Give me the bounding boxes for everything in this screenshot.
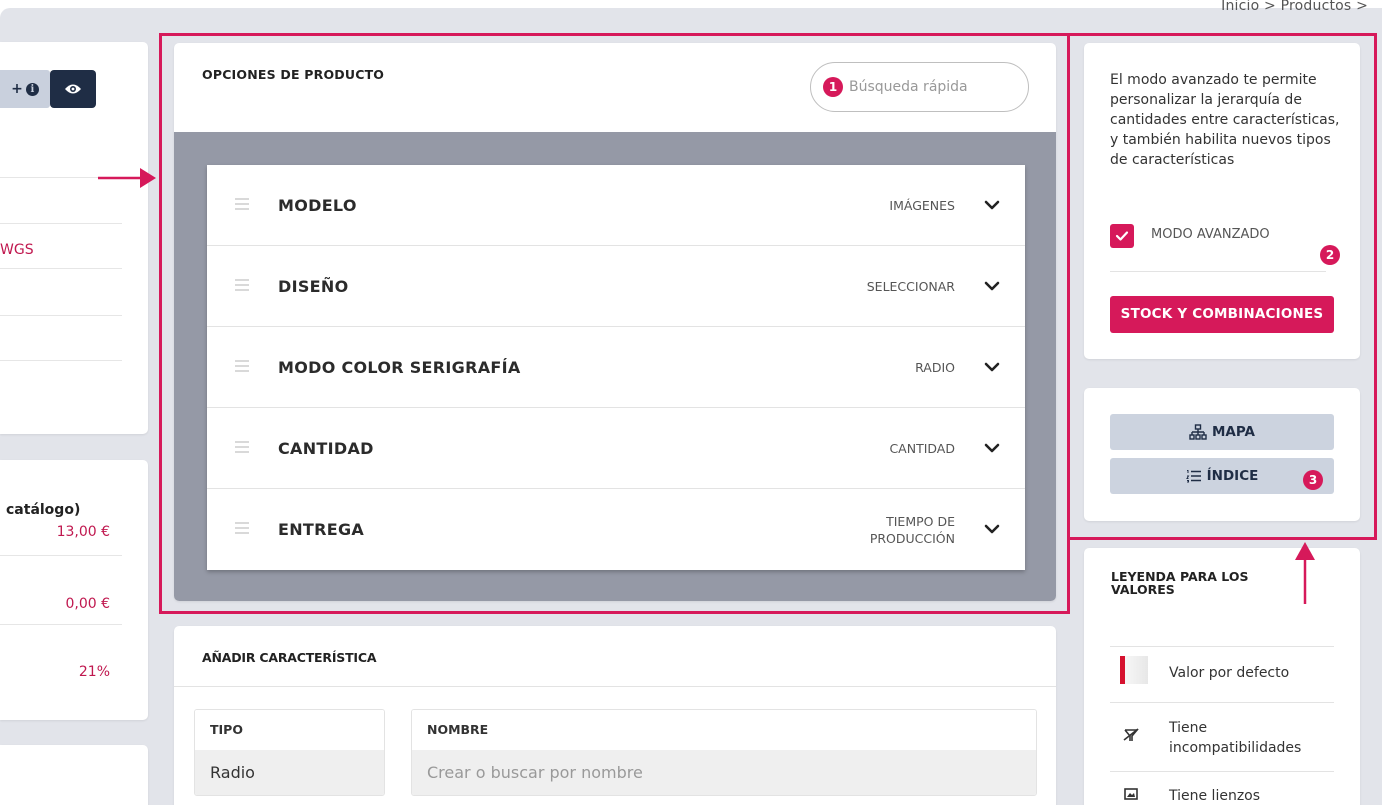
legend-line: incompatibilidades — [1169, 740, 1302, 756]
incompatible-icon — [1123, 728, 1139, 741]
divider — [0, 315, 122, 316]
price-value: 0,00 € — [65, 596, 110, 612]
eye-icon — [65, 84, 81, 94]
legend-default-label: Valor por defecto — [1169, 665, 1290, 681]
canvas-image-icon — [1124, 788, 1138, 800]
breadcrumb[interactable]: Inicio > Productos > — [1221, 0, 1368, 14]
default-value-swatch — [1120, 656, 1148, 684]
name-input[interactable]: NOMBRE Crear o buscar por nombre — [411, 709, 1037, 796]
add-feature-title: AÑADIR CARACTERÍSTICA — [202, 650, 377, 665]
type-select[interactable]: TIPO Radio — [194, 709, 385, 796]
left-bottom-card — [0, 745, 148, 805]
left-actions-card: + i WGS — [0, 42, 148, 434]
annotation-arrow-up-icon — [1295, 542, 1315, 604]
type-label: TIPO — [195, 710, 384, 750]
divider — [0, 360, 122, 361]
plus-label: + — [11, 81, 23, 97]
divider — [1110, 702, 1334, 703]
divider — [0, 223, 122, 224]
left-prices-card: catálogo) 13,00 € 0,00 € 21% — [0, 460, 148, 720]
divider — [0, 555, 122, 556]
annotation-frame-sidebar — [1067, 33, 1377, 540]
annotation-arrow-right-icon — [98, 168, 156, 188]
divider — [0, 268, 122, 269]
legend-title: LEYENDA PARA LOS VALORES — [1111, 569, 1249, 597]
catalog-price-title: catálogo) — [6, 502, 81, 518]
annotation-frame-options — [159, 33, 1070, 614]
name-label: NOMBRE — [412, 710, 1036, 750]
price-value: 13,00 € — [56, 524, 110, 540]
divider — [0, 624, 122, 625]
divider — [1110, 646, 1334, 647]
divider — [174, 686, 1056, 687]
tax-value: 21% — [78, 664, 110, 680]
legend-canvas-label: Tiene lienzos — [1169, 788, 1261, 804]
legend-incompatible-label: Tiene incompatibilidades — [1169, 718, 1301, 758]
left-link-text[interactable]: WGS — [0, 242, 34, 258]
preview-button[interactable] — [50, 70, 96, 108]
name-placeholder: Crear o buscar por nombre — [412, 750, 1036, 795]
legend-card: LEYENDA PARA LOS VALORES Valor por defec… — [1084, 548, 1360, 805]
add-info-button[interactable]: + i — [0, 70, 50, 108]
type-value: Radio — [195, 750, 384, 795]
divider — [1110, 771, 1334, 772]
legend-line: Tiene — [1169, 720, 1208, 736]
add-feature-card: AÑADIR CARACTERÍSTICA TIPO Radio NOMBRE … — [174, 626, 1056, 805]
info-icon: i — [25, 82, 39, 96]
